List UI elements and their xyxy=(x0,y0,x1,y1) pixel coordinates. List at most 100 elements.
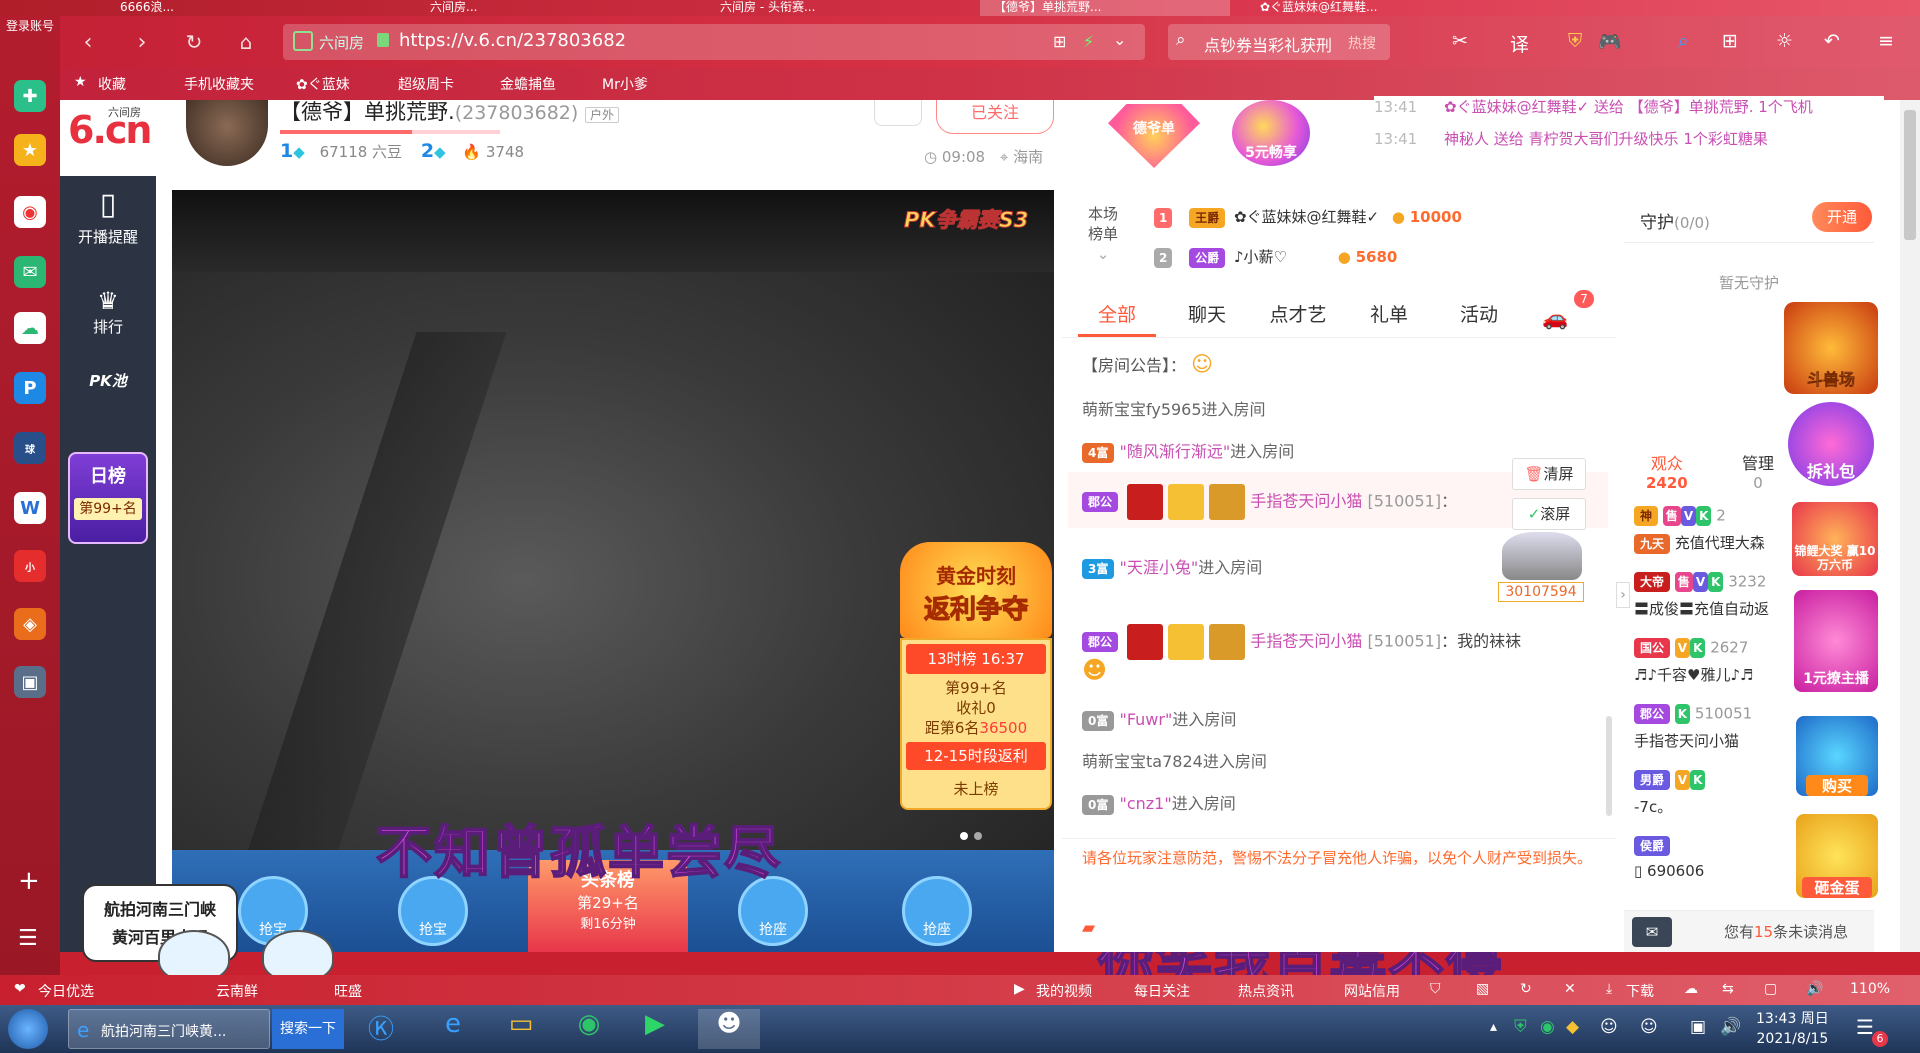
open-guard-button[interactable]: 开通 xyxy=(1812,202,1872,232)
carousel-dot[interactable] xyxy=(974,832,982,840)
mini-game-icon[interactable]: 小 xyxy=(14,550,46,582)
tab-admins[interactable]: 管理 0 xyxy=(1742,450,1774,492)
tab-talent[interactable]: 点才艺 xyxy=(1258,300,1338,327)
brightness-icon[interactable]: ☼ xyxy=(1776,30,1793,52)
start-button[interactable] xyxy=(8,1009,48,1049)
status-daily-follow[interactable]: 每日关注 xyxy=(1134,981,1190,1001)
k-app-icon[interactable]: Ⓚ xyxy=(356,1009,406,1049)
mail-icon[interactable]: ✉ xyxy=(14,256,46,288)
translate-icon[interactable]: 译 xyxy=(1510,30,1529,57)
list-item[interactable]: -7c。 xyxy=(1634,796,1784,836)
tab-activity[interactable]: 活动 xyxy=(1444,300,1514,327)
search-tool-icon[interactable]: ⌕ xyxy=(1678,30,1689,52)
status-wangsheng[interactable]: 旺盛 xyxy=(334,981,362,1001)
rank-row-2[interactable]: 2 公爵 ♪小薪♡ ● 5680 xyxy=(1154,246,1397,268)
list-item[interactable]: ♬♪千容♥雅儿♪♬ xyxy=(1634,664,1784,704)
promo-buy[interactable]: 购买 xyxy=(1796,716,1878,796)
nav-live-remind[interactable]: ▯ 开播提醒 xyxy=(60,188,156,247)
window-status-icon[interactable]: ▢ xyxy=(1764,981,1777,997)
forward-button[interactable]: › xyxy=(128,28,156,56)
apps-grid-icon[interactable]: ⊞ xyxy=(1722,30,1738,52)
browser-tab[interactable]: 六间房... xyxy=(430,0,630,16)
status-today-picks[interactable]: 今日优选 xyxy=(38,981,94,1001)
tab-chat[interactable]: 聊天 xyxy=(1172,300,1242,327)
share-button[interactable] xyxy=(874,100,922,126)
collapse-arrow-icon[interactable]: › xyxy=(1616,582,1630,608)
add-icon[interactable]: + xyxy=(18,866,40,896)
list-item[interactable]: 国公 VK 2627 xyxy=(1634,638,1784,664)
tab-all[interactable]: 全部 xyxy=(1078,300,1156,327)
list-item[interactable]: 侯爵 xyxy=(1634,836,1784,862)
page-scrollbar[interactable] xyxy=(1900,100,1920,952)
hot-search-badge[interactable]: 热搜 xyxy=(1348,33,1376,53)
weibo-icon[interactable]: ◉ xyxy=(14,196,46,228)
taskbar-window[interactable]: e 航拍河南三门峡黄... xyxy=(68,1009,270,1049)
taskbar-search-button[interactable]: 搜索一下 xyxy=(272,1009,344,1049)
speaker-status-icon[interactable]: 🔊 xyxy=(1806,981,1823,997)
cloud-icon[interactable]: ☁ xyxy=(14,312,46,344)
grid-icon[interactable]: ⊞ xyxy=(1053,32,1066,51)
reload-icon[interactable]: ↻ xyxy=(180,28,208,56)
game-icon-2[interactable]: ▣ xyxy=(14,666,46,698)
gold-moment-banner[interactable]: 黄金时刻 返利争夺 xyxy=(900,542,1052,638)
media-player-icon[interactable]: ▶ xyxy=(630,1009,680,1049)
status-my-video[interactable]: 我的视频 xyxy=(1036,981,1092,1001)
p-app-icon[interactable]: P xyxy=(14,372,46,404)
carousel-dot[interactable] xyxy=(960,832,968,840)
undo-icon[interactable]: ↶ xyxy=(1824,30,1840,52)
list-item[interactable]: 郡公 K 510051 xyxy=(1634,704,1784,730)
status-download[interactable]: 下载 xyxy=(1626,981,1654,1001)
list-item[interactable]: 九天 充值代理大森 xyxy=(1634,532,1784,572)
streamer-avatar[interactable] xyxy=(186,100,268,166)
tray-shield-icon[interactable]: ⛨ xyxy=(1514,1017,1527,1037)
promo-koi[interactable]: 锦鲤大奖 赢10万六币 xyxy=(1792,502,1878,576)
tools-status-icon[interactable]: ✕ xyxy=(1564,981,1576,997)
search-input[interactable]: 点钞券当彩礼获刑 xyxy=(1204,32,1332,56)
nav-ranking[interactable]: ♛ 排行 xyxy=(60,286,156,337)
bookmark-mr[interactable]: Mr小爹 xyxy=(602,74,648,94)
site-logo[interactable]: 6.cn 六间房 xyxy=(60,100,156,176)
tray-app-icon[interactable]: ◆ xyxy=(1566,1017,1579,1037)
volume-icon[interactable]: 🔊 xyxy=(1720,1017,1741,1037)
tray-app-icon[interactable]: ◉ xyxy=(1540,1017,1555,1037)
taskbar-app-active[interactable]: ☻ xyxy=(698,1009,760,1049)
scissors-icon[interactable]: ✂ xyxy=(1452,30,1468,52)
unread-messages-bar[interactable]: ✉ 您有15条未读消息 xyxy=(1624,910,1874,952)
day-rank-card[interactable]: 日榜 第99+名 xyxy=(68,452,148,544)
game-icon-1[interactable]: ◈ xyxy=(14,608,46,640)
folder-icon[interactable]: ▭ xyxy=(496,1009,546,1049)
clear-screen-button[interactable]: 🗑清屏 xyxy=(1512,458,1586,490)
bookmark-favorites[interactable]: 收藏 xyxy=(98,74,126,94)
shield-icon[interactable]: ⛨ xyxy=(1568,30,1582,52)
lightning-icon[interactable]: ⚡ xyxy=(1083,32,1094,51)
browser-tab[interactable]: 六间房 - 头衔赛... xyxy=(720,0,950,16)
status-yunnan[interactable]: 云南鲜 xyxy=(216,981,258,1001)
follow-button[interactable]: 已关注 xyxy=(936,100,1054,134)
promo-arena[interactable]: 斗兽场 xyxy=(1784,302,1878,394)
list-item[interactable]: ▯ 690606 xyxy=(1634,862,1784,888)
image-status-icon[interactable]: ▧ xyxy=(1476,981,1489,997)
cloud-status-icon[interactable]: ☁ xyxy=(1684,981,1698,997)
favorite-star-icon[interactable]: ★ xyxy=(14,134,46,166)
five-yuan-badge[interactable]: 5元畅享 xyxy=(1232,100,1310,166)
bookmark-lanmeimei[interactable]: ✿ぐ蓝妹 xyxy=(296,74,350,94)
tray-chevron-icon[interactable]: ▴ xyxy=(1490,1019,1497,1035)
tab-viewers[interactable]: 观众 2420 xyxy=(1646,450,1688,492)
address-bar[interactable]: 六间房 https://v.6.cn/237803682 ⊞ ⚡ ⌄ xyxy=(283,24,1145,60)
word-icon[interactable]: W xyxy=(14,492,46,524)
chevron-down-icon[interactable]: ⌄ xyxy=(1113,30,1126,49)
rank-label[interactable]: 本场 榜单 ⌄ xyxy=(1088,204,1118,264)
url-text[interactable]: https://v.6.cn/237803682 xyxy=(399,30,626,51)
home-icon[interactable]: ⌂ xyxy=(232,28,260,56)
bookmark-weekly-card[interactable]: 超级周卡 xyxy=(398,74,454,94)
list-item[interactable]: 〓成俊〓充值自动返 xyxy=(1634,598,1784,638)
refresh-status-icon[interactable]: ↻ xyxy=(1520,981,1532,997)
network-icon[interactable]: ▣ xyxy=(1690,1017,1706,1037)
rank-row-1[interactable]: 1 王爵 ✿ぐ蓝妹妹@红舞鞋✓ ● 10000 xyxy=(1154,206,1462,228)
chat-scrollbar[interactable] xyxy=(1606,716,1612,816)
status-hot-news[interactable]: 热点资讯 xyxy=(1238,981,1294,1001)
browser-tab[interactable]: ✿ぐ蓝妹妹@红舞鞋... xyxy=(1260,0,1520,16)
seat-grab-2[interactable]: 抢座 xyxy=(902,876,972,946)
bookmark-mobile[interactable]: 手机收藏夹 xyxy=(184,74,254,94)
list-item[interactable]: 手指苍天问小猫 xyxy=(1634,730,1784,770)
